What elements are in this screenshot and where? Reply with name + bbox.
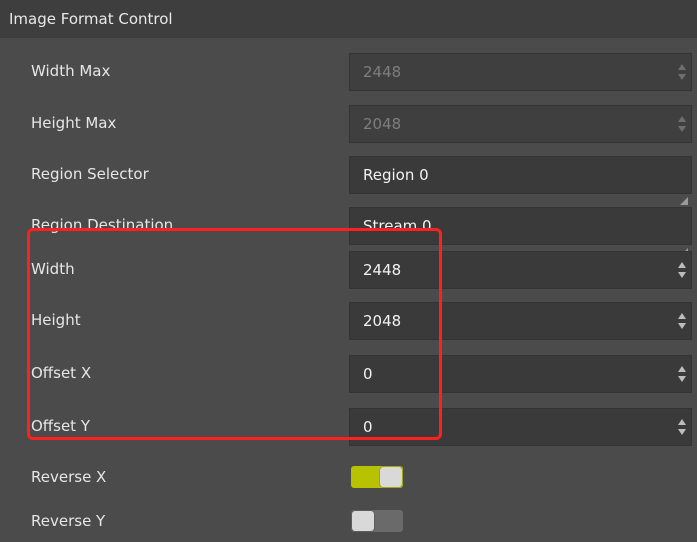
height-max-field: 2048 [349, 105, 692, 143]
spin-arrows-icon[interactable] [677, 260, 687, 280]
region-destination-label: Region Destination [31, 216, 174, 234]
row-offset-x: Offset X 0 [0, 348, 697, 398]
row-offset-y: Offset Y 0 [0, 401, 697, 451]
spin-arrows-icon[interactable] [677, 311, 687, 331]
offset-x-input[interactable]: 0 [349, 355, 692, 393]
reverse-y-toggle[interactable] [351, 510, 403, 532]
spin-arrows-icon [677, 62, 687, 82]
dropdown-corner-icon [680, 182, 688, 205]
width-max-label: Width Max [31, 62, 111, 80]
row-region-destination: Region Destination Stream 0 [0, 200, 697, 256]
reverse-y-label: Reverse Y [31, 512, 106, 530]
dropdown-corner-icon [680, 233, 688, 256]
row-region-selector: Region Selector Region 0 [0, 149, 697, 205]
offset-x-label: Offset X [31, 364, 92, 382]
height-input[interactable]: 2048 [349, 302, 692, 340]
region-selector-dropdown[interactable]: Region 0 [349, 156, 692, 205]
toggle-knob [352, 511, 374, 531]
row-height: Height 2048 [0, 295, 697, 345]
toggle-knob [380, 467, 402, 487]
height-max-label: Height Max [31, 114, 117, 132]
offset-y-label: Offset Y [31, 417, 90, 435]
region-destination-dropdown[interactable]: Stream 0 [349, 207, 692, 256]
height-value: 2048 [363, 312, 402, 330]
spin-arrows-icon [677, 114, 687, 134]
region-selector-label: Region Selector [31, 165, 149, 183]
spin-arrows-icon[interactable] [677, 364, 687, 384]
section-title: Image Format Control [9, 10, 173, 28]
image-format-control-panel: Image Format Control Width Max 2448 Heig… [0, 0, 697, 542]
height-label: Height [31, 311, 81, 329]
offset-x-value: 0 [363, 365, 373, 383]
reverse-x-toggle[interactable] [351, 466, 403, 488]
region-selector-value: Region 0 [363, 166, 429, 184]
region-destination-value: Stream 0 [363, 217, 432, 235]
row-height-max: Height Max 2048 [0, 98, 697, 148]
reverse-x-label: Reverse X [31, 468, 107, 486]
row-reverse-x: Reverse X [0, 452, 697, 502]
row-width: Width 2448 [0, 244, 697, 294]
section-header[interactable]: Image Format Control [0, 0, 697, 38]
height-max-value: 2048 [363, 115, 402, 133]
spin-arrows-icon[interactable] [677, 417, 687, 437]
width-input[interactable]: 2448 [349, 251, 692, 289]
width-label: Width [31, 260, 75, 278]
row-reverse-y: Reverse Y [0, 496, 697, 542]
offset-y-value: 0 [363, 418, 373, 436]
width-max-field: 2448 [349, 53, 692, 91]
row-width-max: Width Max 2448 [0, 46, 697, 96]
width-value: 2448 [363, 261, 402, 279]
width-max-value: 2448 [363, 63, 402, 81]
offset-y-input[interactable]: 0 [349, 408, 692, 446]
